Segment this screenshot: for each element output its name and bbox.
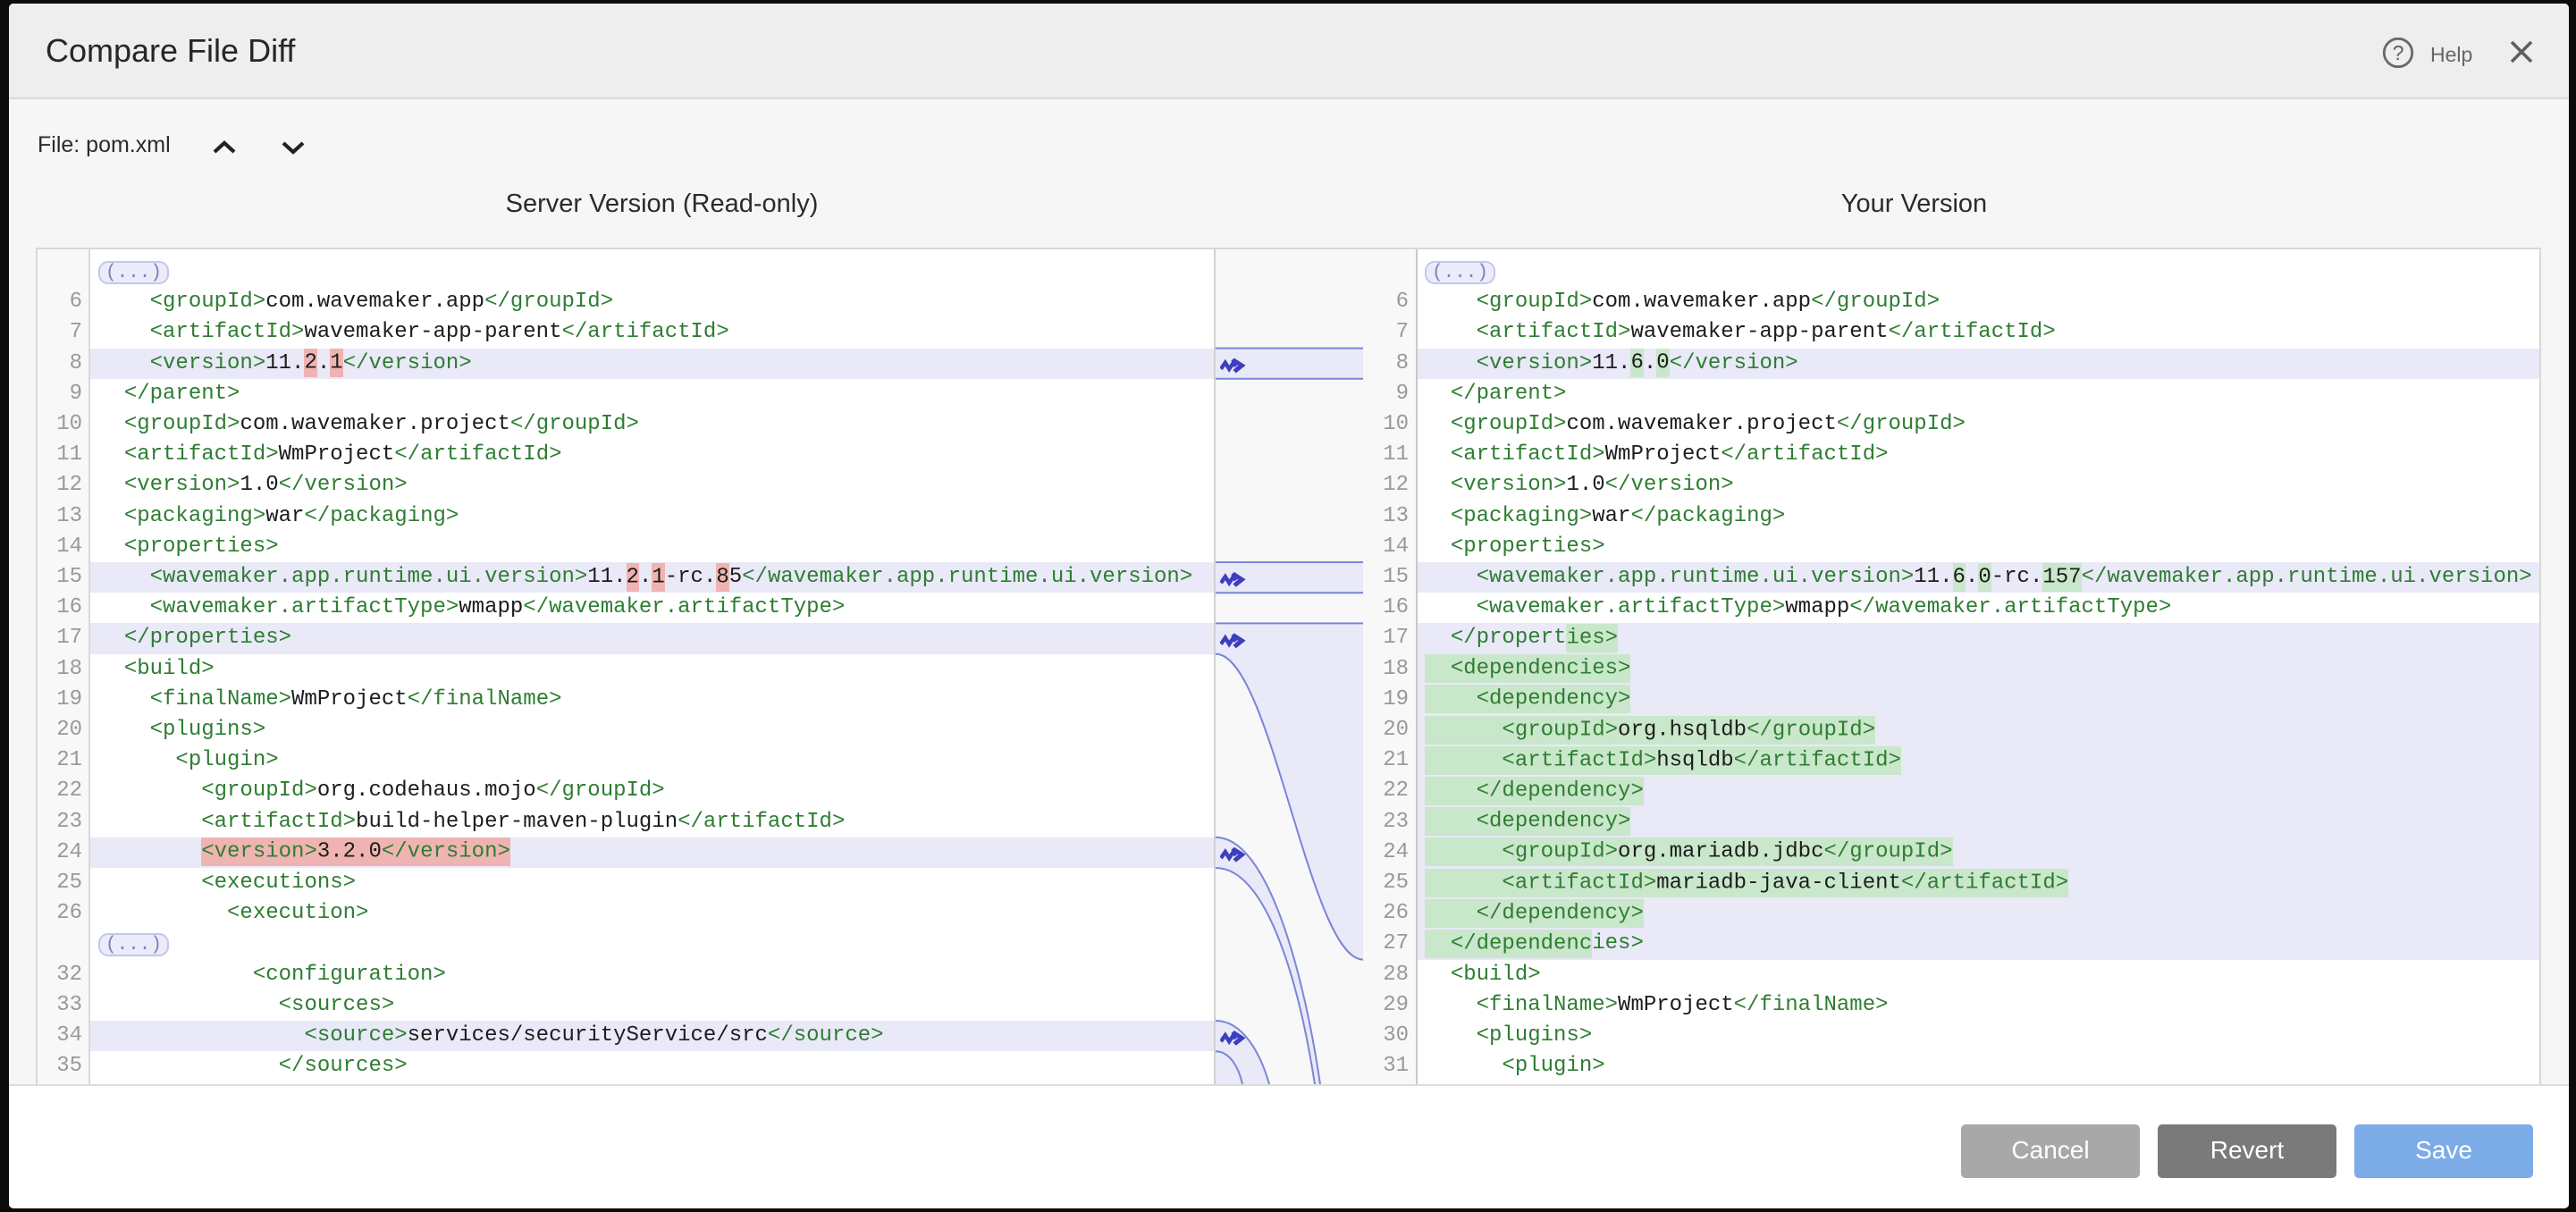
svg-text:?: ? — [2393, 41, 2404, 64]
